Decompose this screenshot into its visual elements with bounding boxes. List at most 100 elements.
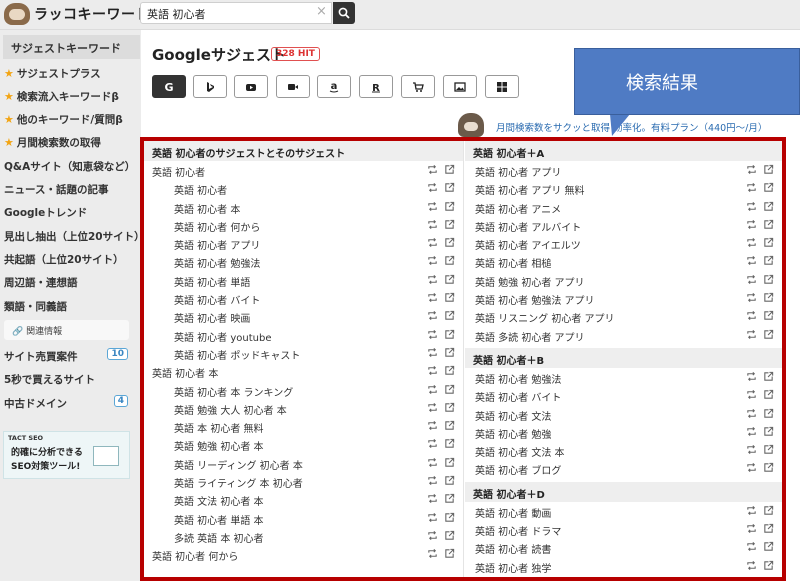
suggest-keyword[interactable]: 英語 初心者 アプリ (174, 241, 260, 252)
suggest-keyword[interactable]: 英語 初心者 勉強法 アプリ (475, 296, 595, 307)
external-link-icon[interactable] (763, 219, 774, 230)
retweet-icon[interactable] (427, 329, 438, 340)
suggest-row[interactable]: 英語 初心者 何から (144, 545, 463, 563)
suggest-row[interactable]: 英語 初心者 単語 本 (144, 509, 463, 527)
retweet-icon[interactable] (427, 384, 438, 395)
suggest-row[interactable]: 英語 初心者 youtube (144, 326, 463, 344)
suggest-keyword[interactable]: 英語 初心者 youtube (174, 333, 272, 344)
suggest-keyword[interactable]: 多読 英語 本 初心者 (174, 534, 264, 545)
suggest-row[interactable]: 英語 初心者 勉強法 アプリ (465, 289, 782, 307)
sidebar-item[interactable]: Q&Aサイト（知恵袋など） (4, 156, 140, 176)
external-link-icon[interactable] (444, 365, 455, 376)
external-link-icon[interactable] (763, 164, 774, 175)
external-link-icon[interactable] (444, 384, 455, 395)
suggest-keyword[interactable]: 英語 初心者 ドラマ (475, 527, 561, 538)
retweet-icon[interactable] (746, 389, 757, 400)
suggest-keyword[interactable]: 英語 初心者 (174, 186, 227, 197)
suggest-row[interactable]: 英語 初心者 文法 (465, 405, 782, 423)
external-link-icon[interactable] (763, 182, 774, 193)
retweet-icon[interactable] (746, 426, 757, 437)
external-link-icon[interactable] (444, 201, 455, 212)
external-link-icon[interactable] (444, 420, 455, 431)
suggest-keyword[interactable]: 英語 初心者 映画 (174, 314, 250, 325)
sidebar-item[interactable]: ★ 検索流入キーワードβ (4, 86, 140, 106)
clear-icon[interactable]: × (316, 4, 327, 19)
retweet-icon[interactable] (427, 365, 438, 376)
suggest-row[interactable]: 英語 初心者 アルバイト (465, 216, 782, 234)
external-link-icon[interactable] (444, 255, 455, 266)
external-link-icon[interactable] (763, 541, 774, 552)
suggest-keyword[interactable]: 英語 初心者 単語 (174, 278, 250, 289)
suggest-keyword[interactable]: 英語 勉強 初心者 アプリ (475, 278, 585, 289)
suggest-keyword[interactable]: 英語 初心者 (152, 168, 205, 179)
video-button[interactable] (276, 75, 310, 98)
retweet-icon[interactable] (427, 237, 438, 248)
suggest-row[interactable]: 英語 初心者 本 ランキング (144, 381, 463, 399)
suggest-row[interactable]: 英語 初心者 何から (144, 216, 463, 234)
external-link-icon[interactable] (444, 457, 455, 468)
external-link-icon[interactable] (444, 438, 455, 449)
external-link-icon[interactable] (444, 292, 455, 303)
external-link-icon[interactable] (444, 512, 455, 523)
suggest-keyword[interactable]: 英語 初心者 本 ランキング (174, 388, 293, 399)
suggest-row[interactable]: 英語 初心者 バイト (465, 386, 782, 404)
suggest-keyword[interactable]: 英語 初心者 勉強法 (475, 375, 561, 386)
retweet-icon[interactable] (427, 438, 438, 449)
sidebar-item[interactable]: 見出し抽出（上位20サイト） (4, 226, 145, 246)
suggest-keyword[interactable]: 英語 多読 初心者 アプリ (475, 333, 585, 344)
retweet-icon[interactable] (427, 402, 438, 413)
retweet-icon[interactable] (427, 255, 438, 266)
retweet-icon[interactable] (427, 548, 438, 559)
retweet-icon[interactable] (746, 219, 757, 230)
sidebar-item[interactable]: ★ 月間検索数の取得 (4, 133, 140, 153)
suggest-keyword[interactable]: 英語 リーディング 初心者 本 (174, 461, 303, 472)
sidebar-item[interactable]: 共起語（上位20サイト） (4, 249, 140, 269)
suggest-keyword[interactable]: 英語 文法 初心者 本 (174, 497, 264, 508)
external-link-icon[interactable] (444, 475, 455, 486)
retweet-icon[interactable] (427, 512, 438, 523)
external-link-icon[interactable] (763, 444, 774, 455)
suggest-keyword[interactable]: 英語 初心者 文法 (475, 412, 551, 423)
suggest-keyword[interactable]: 英語 ライティング 本 初心者 (174, 479, 303, 490)
external-link-icon[interactable] (763, 426, 774, 437)
related-item[interactable]: 中古ドメイン 4 (4, 393, 140, 413)
rakuten-button[interactable]: R (359, 75, 393, 98)
retweet-icon[interactable] (746, 237, 757, 248)
suggest-keyword[interactable]: 英語 初心者 アニメ (475, 205, 561, 216)
suggest-row[interactable]: 英語 リスニング 初心者 アプリ (465, 307, 782, 325)
related-item[interactable]: サイト売買案件 10 (4, 346, 140, 366)
external-link-icon[interactable] (763, 462, 774, 473)
external-link-icon[interactable] (444, 310, 455, 321)
sidebar-item[interactable]: ★ サジェストプラス (4, 63, 140, 83)
suggest-row[interactable]: 英語 本 初心者 無料 (144, 417, 463, 435)
google-button[interactable]: G (152, 75, 186, 98)
suggest-keyword[interactable]: 英語 初心者 動画 (475, 509, 551, 520)
retweet-icon[interactable] (746, 201, 757, 212)
external-link-icon[interactable] (763, 523, 774, 534)
suggest-keyword[interactable]: 英語 初心者 何から (174, 223, 260, 234)
suggest-keyword[interactable]: 英語 初心者 アルバイト (475, 223, 581, 234)
retweet-icon[interactable] (746, 408, 757, 419)
retweet-icon[interactable] (746, 371, 757, 382)
suggest-row[interactable]: 英語 初心者 ポッドキャスト (144, 344, 463, 362)
youtube-button[interactable] (234, 75, 268, 98)
retweet-icon[interactable] (427, 347, 438, 358)
suggest-keyword[interactable]: 英語 初心者 アプリ (475, 168, 561, 179)
external-link-icon[interactable] (763, 560, 774, 571)
suggest-keyword[interactable]: 英語 初心者 アプリ 無料 (475, 186, 585, 197)
external-link-icon[interactable] (444, 164, 455, 175)
suggest-keyword[interactable]: 英語 初心者 相槌 (475, 259, 551, 270)
suggest-keyword[interactable]: 英語 初心者 ブログ (475, 466, 561, 477)
external-link-icon[interactable] (444, 274, 455, 285)
sidebar-item[interactable]: 周辺語・連想語 (4, 273, 140, 293)
suggest-row[interactable]: 英語 初心者 読書 (465, 538, 782, 556)
suggest-row[interactable]: 英語 初心者 アイエルツ (465, 234, 782, 252)
external-link-icon[interactable] (444, 402, 455, 413)
retweet-icon[interactable] (427, 182, 438, 193)
external-link-icon[interactable] (444, 548, 455, 559)
related-item[interactable]: 5秒で買えるサイト (4, 370, 140, 390)
external-link-icon[interactable] (763, 274, 774, 285)
retweet-icon[interactable] (427, 420, 438, 431)
suggest-row[interactable]: 多読 英語 本 初心者 (144, 527, 463, 545)
suggest-keyword[interactable]: 英語 初心者 バイト (475, 393, 561, 404)
